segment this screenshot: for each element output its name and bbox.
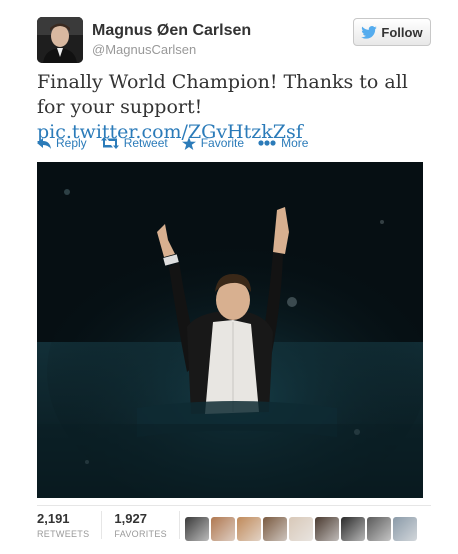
favoriter-avatars <box>185 517 417 541</box>
tweet-text: Finally World Champion! Thanks to all fo… <box>37 70 437 145</box>
favoriter-avatar[interactable] <box>393 517 417 541</box>
favorites-count: 1,927 <box>114 511 147 526</box>
more-button[interactable]: More <box>258 136 308 150</box>
photo-illustration <box>37 162 423 498</box>
user-handle[interactable]: @MagnusCarlsen <box>92 42 196 57</box>
retweets-label: RETWEETS <box>37 529 90 539</box>
reply-button[interactable]: Reply <box>37 136 87 150</box>
user-name[interactable]: Magnus Øen Carlsen <box>92 22 251 40</box>
favorite-label: Favorite <box>200 136 245 150</box>
tweet-photo[interactable] <box>37 162 423 498</box>
favoriter-avatar[interactable] <box>289 517 313 541</box>
favorites-label: FAVORITES <box>114 529 167 539</box>
retweet-icon <box>100 137 119 149</box>
avatar[interactable] <box>37 17 83 63</box>
favoriter-avatar[interactable] <box>237 517 261 541</box>
retweet-label: Retweet <box>123 136 168 150</box>
avatar-image <box>37 17 83 63</box>
tweet-stats: 2,191 RETWEETS 1,927 FAVORITES <box>37 511 192 539</box>
favoriter-avatar[interactable] <box>315 517 339 541</box>
reply-icon <box>37 137 51 149</box>
star-icon <box>181 136 196 150</box>
tweet-body: Finally World Champion! Thanks to all fo… <box>37 71 408 118</box>
favoriter-avatar[interactable] <box>341 517 365 541</box>
retweets-stat[interactable]: 2,191 RETWEETS <box>37 511 103 539</box>
favoriter-avatar[interactable] <box>263 517 287 541</box>
tweet-actions: Reply Retweet Favorite More <box>37 136 308 150</box>
reply-label: Reply <box>56 136 87 150</box>
retweets-count: 2,191 <box>37 511 70 526</box>
favoriter-avatar[interactable] <box>367 517 391 541</box>
twitter-bird-icon <box>361 25 378 39</box>
favoriter-avatar[interactable] <box>185 517 209 541</box>
favorite-button[interactable]: Favorite <box>181 136 245 150</box>
favorites-stat[interactable]: 1,927 FAVORITES <box>114 511 180 539</box>
follow-button[interactable]: Follow <box>353 18 431 46</box>
more-dots-icon <box>258 140 276 146</box>
follow-label: Follow <box>381 24 423 40</box>
more-label: More <box>281 136 309 150</box>
retweet-button[interactable]: Retweet <box>100 136 168 150</box>
favoriter-avatar[interactable] <box>211 517 235 541</box>
divider <box>37 505 431 506</box>
